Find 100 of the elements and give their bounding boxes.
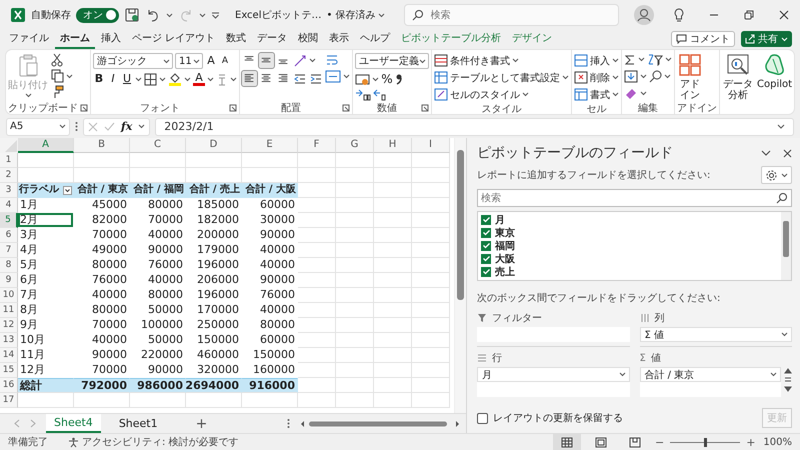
delete-cells-button[interactable]: 削除 <box>574 70 619 85</box>
increase-decimal-icon[interactable] <box>355 89 371 101</box>
column-header[interactable]: C <box>130 138 186 153</box>
copy-icon[interactable] <box>50 69 64 83</box>
checkbox[interactable] <box>481 254 491 264</box>
dialog-launcher-icon[interactable] <box>421 104 429 112</box>
ribbon-tab[interactable]: ピボットテーブル分析 <box>396 30 506 48</box>
area-field-item[interactable]: 合計 / 東京 <box>640 367 781 382</box>
phonetic-guide-icon[interactable] <box>216 72 228 86</box>
ribbon-tab[interactable]: 表示 <box>324 30 354 48</box>
field-settings-button[interactable] <box>761 166 792 184</box>
row-header[interactable]: 10 <box>0 288 18 303</box>
row-header[interactable]: 7 <box>0 243 18 258</box>
row-header[interactable]: 11 <box>0 303 18 318</box>
zoom-level[interactable]: 100% <box>763 436 792 448</box>
save-icon[interactable] <box>124 7 140 23</box>
row-header[interactable]: 9 <box>0 273 18 288</box>
borders-icon[interactable] <box>144 72 157 86</box>
row-header[interactable]: 4 <box>0 198 18 213</box>
column-header[interactable]: B <box>74 138 130 153</box>
column-header[interactable]: E <box>242 138 298 153</box>
accessibility-status[interactable]: アクセシビリティ: 検討が必要です <box>82 435 239 449</box>
row-header[interactable]: 2 <box>0 168 18 183</box>
ribbon-tab[interactable]: ファイル <box>4 30 54 48</box>
user-avatar-icon[interactable] <box>634 5 654 25</box>
fill-down-icon[interactable] <box>624 70 638 83</box>
cut-icon[interactable] <box>50 53 64 67</box>
close-icon[interactable] <box>778 9 790 21</box>
row-header[interactable]: 6 <box>0 228 18 243</box>
column-header[interactable]: F <box>298 138 336 153</box>
close-icon[interactable] <box>783 148 792 158</box>
comments-button[interactable]: コメント <box>671 31 735 47</box>
increase-font-size-button[interactable]: A <box>205 54 217 68</box>
row-header[interactable]: 3 <box>0 183 18 198</box>
row-header[interactable]: 15 <box>0 363 18 378</box>
format-cells-button[interactable]: 書式 <box>574 87 619 102</box>
insert-function-button[interactable]: fx <box>121 120 132 133</box>
add-sheet-button[interactable]: + <box>196 416 208 432</box>
wrap-text-icon[interactable] <box>325 53 339 67</box>
format-as-table-button[interactable]: テーブルとして書式設定 <box>434 70 569 85</box>
eraser-icon[interactable] <box>624 87 638 99</box>
fill-color-icon[interactable] <box>168 72 182 86</box>
autosave-toggle[interactable]: オン <box>76 8 119 22</box>
list-scrollbar[interactable] <box>781 212 791 280</box>
dialog-launcher-icon[interactable] <box>80 104 88 112</box>
merge-cells-icon[interactable] <box>325 70 341 83</box>
row-header[interactable]: 5 <box>0 213 18 228</box>
ribbon-tab[interactable]: ヘルプ <box>355 30 396 48</box>
horizontal-scrollbar[interactable] <box>300 420 460 428</box>
accessibility-icon[interactable] <box>68 436 79 448</box>
pane-options-caret-icon[interactable] <box>761 150 771 156</box>
row-header[interactable]: 8 <box>0 258 18 273</box>
reorder-arrows-icon[interactable] <box>784 367 792 393</box>
number-format-field[interactable]: ユーザー定義 <box>355 53 429 69</box>
currency-icon[interactable] <box>355 72 370 86</box>
add-ins-button[interactable]: アドイン <box>677 53 703 101</box>
share-button[interactable]: 共有 <box>741 31 792 47</box>
expand-formula-bar-icon[interactable] <box>777 124 785 130</box>
vertical-scrollbar[interactable] <box>454 138 466 413</box>
column-header[interactable]: I <box>412 138 450 153</box>
increase-indent-icon[interactable] <box>309 72 323 86</box>
font-color-button[interactable]: A <box>193 72 205 86</box>
insert-cells-button[interactable]: 挿入 <box>574 53 619 68</box>
conditional-formatting-button[interactable]: 条件付き書式 <box>434 53 569 68</box>
font-size-field[interactable]: 11 <box>175 53 203 69</box>
column-header[interactable]: G <box>336 138 374 153</box>
save-status[interactable]: • 保存済み <box>326 8 385 22</box>
copilot-button[interactable]: Copilot <box>756 53 794 101</box>
underline-button[interactable]: U <box>121 72 133 86</box>
more-options-icon[interactable] <box>287 418 290 429</box>
row-header[interactable]: 16 <box>0 378 18 393</box>
search-icon[interactable] <box>649 70 662 83</box>
checkbox[interactable] <box>481 240 491 250</box>
cell-styles-button[interactable]: セルのスタイル <box>434 87 569 102</box>
bold-button[interactable]: B <box>93 72 105 86</box>
row-header[interactable]: 12 <box>0 318 18 333</box>
ribbon-tab[interactable]: デザイン <box>507 30 558 48</box>
defer-update-checkbox[interactable]: レイアウトの更新を保留する <box>477 411 623 425</box>
search-field[interactable]: 検索 <box>404 4 619 26</box>
filter-dropdown-icon[interactable] <box>63 186 72 194</box>
ribbon-tab[interactable]: 校閲 <box>293 30 324 48</box>
more-options-icon[interactable] <box>75 121 78 132</box>
data-analysis-button[interactable]: データ分析 <box>722 53 754 101</box>
decrease-indent-icon[interactable] <box>293 72 307 86</box>
ribbon-tab[interactable]: データ <box>252 30 292 48</box>
customize-caret-icon[interactable] <box>211 12 220 18</box>
sort-filter-icon[interactable] <box>647 53 663 66</box>
row-header[interactable]: 1 <box>0 153 18 168</box>
lightbulb-icon[interactable] <box>673 8 685 22</box>
row-header[interactable]: 13 <box>0 333 18 348</box>
dialog-launcher-icon[interactable] <box>342 104 350 112</box>
dialog-launcher-icon[interactable] <box>229 104 237 112</box>
decrease-font-size-button[interactable]: A <box>219 54 231 68</box>
checkbox[interactable] <box>481 214 491 224</box>
ribbon-tab[interactable]: ページ レイアウト <box>127 30 220 48</box>
restore-icon[interactable] <box>743 9 755 21</box>
area-field-item[interactable]: Σ 値 <box>640 327 792 342</box>
comma-style-icon[interactable] <box>395 73 403 85</box>
ribbon-tab[interactable]: 数式 <box>221 30 252 48</box>
checkbox[interactable] <box>481 228 491 238</box>
